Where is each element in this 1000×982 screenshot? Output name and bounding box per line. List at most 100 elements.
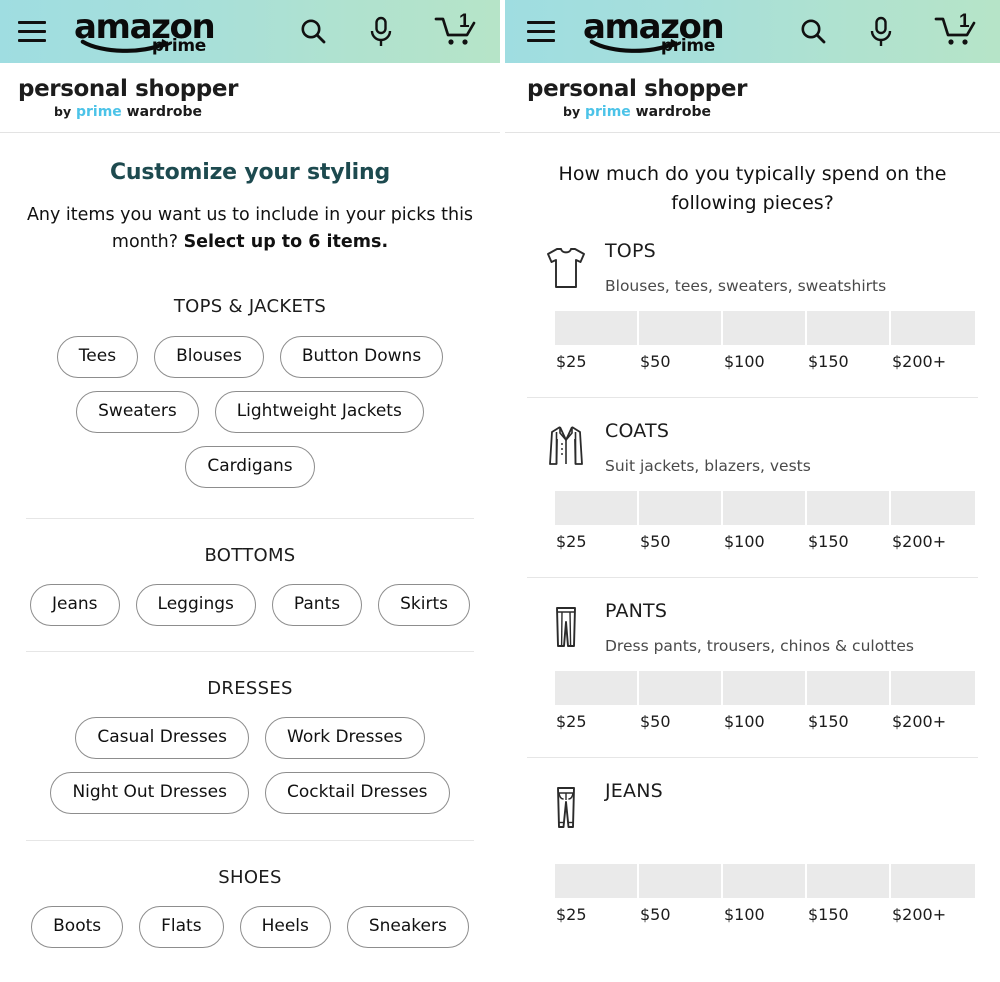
microphone-icon[interactable] (868, 16, 894, 48)
amazon-prime-logo[interactable]: amazon prime (74, 10, 216, 56)
price-segment[interactable]: $150 (807, 671, 891, 731)
price-bar[interactable] (807, 311, 891, 345)
price-bar[interactable] (639, 491, 723, 525)
price-segment[interactable]: $25 (555, 671, 639, 731)
chip-cocktail-dresses[interactable]: Cocktail Dresses (264, 772, 450, 814)
price-label: $100 (724, 712, 765, 731)
price-bar[interactable] (807, 491, 891, 525)
price-bar[interactable] (891, 864, 975, 898)
price-scale-pants[interactable]: $25 $50 $100 $150 $200+ (555, 671, 975, 731)
price-bar[interactable] (639, 311, 723, 345)
chip-leggings[interactable]: Leggings (135, 584, 256, 626)
price-segment[interactable]: $100 (723, 311, 807, 371)
nav-icon-group-left: 1 (298, 10, 484, 52)
price-segment[interactable]: $150 (807, 311, 891, 371)
search-icon[interactable] (798, 17, 828, 47)
spend-question: How much do you typically spend on the f… (558, 163, 947, 214)
price-bar[interactable] (555, 864, 639, 898)
category-heading-tops-jackets: TOPS & JACKETS (173, 296, 327, 317)
chip-button-downs[interactable]: Button Downs (279, 336, 444, 378)
price-segment[interactable]: $200+ (891, 671, 975, 731)
price-segment[interactable]: $50 (639, 311, 723, 371)
section-divider-1 (26, 518, 474, 519)
price-scale-tops[interactable]: $25 $50 $100 $150 $200+ (555, 311, 975, 371)
price-bar[interactable] (891, 671, 975, 705)
chip-jeans[interactable]: Jeans (30, 584, 120, 626)
price-segment[interactable]: $200+ (891, 491, 975, 551)
spend-item-desc: Dress pants, trousers, chinos & culottes (605, 637, 914, 655)
hamburger-menu-icon[interactable] (18, 21, 46, 42)
chip-lightweight-jackets[interactable]: Lightweight Jackets (214, 391, 424, 433)
chip-sneakers[interactable]: Sneakers (346, 906, 469, 948)
price-bar[interactable] (555, 311, 639, 345)
section-divider-3 (26, 840, 474, 841)
hamburger-menu-icon[interactable] (527, 21, 555, 42)
price-bar[interactable] (891, 491, 975, 525)
price-segment[interactable]: $100 (723, 671, 807, 731)
price-bar[interactable] (555, 671, 639, 705)
chip-cardigans[interactable]: Cardigans (185, 446, 315, 488)
price-segment[interactable]: $150 (807, 491, 891, 551)
brand-subtitle: by prime wardrobe (54, 104, 500, 120)
chip-boots[interactable]: Boots (31, 906, 124, 948)
spend-item-texts: JEANS (605, 776, 663, 816)
cart-count-badge: 1 (459, 10, 470, 32)
price-bar[interactable] (891, 311, 975, 345)
category-heading-dresses: DRESSES (207, 678, 293, 699)
price-bar[interactable] (723, 311, 807, 345)
price-segment[interactable]: $50 (639, 491, 723, 551)
spend-item-texts: TOPS Blouses, tees, sweaters, sweatshirt… (605, 236, 886, 296)
price-segment[interactable]: $100 (723, 864, 807, 924)
shopping-cart-icon[interactable]: 1 (934, 11, 980, 52)
chip-night-out-dresses[interactable]: Night Out Dresses (50, 772, 249, 814)
price-bar[interactable] (639, 671, 723, 705)
chip-skirts[interactable]: Skirts (378, 584, 470, 626)
price-segment[interactable]: $150 (807, 864, 891, 924)
dual-screenshot-container: amazon prime 1 personal shopper by prime… (0, 0, 1000, 982)
search-icon[interactable] (298, 17, 328, 47)
price-bar[interactable] (807, 671, 891, 705)
microphone-icon[interactable] (368, 16, 394, 48)
chip-sweaters[interactable]: Sweaters (76, 391, 199, 433)
price-bar[interactable] (723, 491, 807, 525)
price-segment[interactable]: $50 (639, 864, 723, 924)
chip-work-dresses[interactable]: Work Dresses (265, 717, 425, 759)
amazon-top-nav-right: amazon prime 1 (505, 0, 1000, 63)
price-bar[interactable] (807, 864, 891, 898)
price-segment[interactable]: $100 (723, 491, 807, 551)
price-label: $25 (556, 712, 587, 731)
personal-shopper-brandbar-left: personal shopper by prime wardrobe (0, 63, 500, 133)
chip-pants[interactable]: Pants (271, 584, 363, 626)
spend-item-texts: PANTS Dress pants, trousers, chinos & cu… (605, 596, 914, 656)
brand-by-word: by (54, 104, 72, 119)
spend-item-header: JEANS (527, 776, 978, 836)
price-label: $150 (808, 352, 849, 371)
prime-logo-text: prime (660, 35, 715, 56)
coat-icon (527, 416, 605, 476)
price-scale-coats[interactable]: $25 $50 $100 $150 $200+ (555, 491, 975, 551)
price-segment[interactable]: $25 (555, 311, 639, 371)
spend-item-name: JEANS (605, 780, 663, 802)
price-bar[interactable] (639, 864, 723, 898)
chip-heels[interactable]: Heels (239, 906, 331, 948)
category-section-dresses: DRESSES Casual Dresses Work Dresses Nigh… (24, 678, 476, 814)
price-segment[interactable]: $50 (639, 671, 723, 731)
price-segment[interactable]: $25 (555, 864, 639, 924)
section-divider-2 (26, 651, 474, 652)
price-segment[interactable]: $25 (555, 491, 639, 551)
price-scale-jeans[interactable]: $25 $50 $100 $150 $200+ (555, 864, 975, 924)
shopping-cart-icon[interactable]: 1 (434, 10, 480, 52)
price-label: $50 (640, 352, 671, 371)
price-bar[interactable] (723, 864, 807, 898)
price-segment[interactable]: $200+ (891, 311, 975, 371)
price-bar[interactable] (723, 671, 807, 705)
chip-flats[interactable]: Flats (139, 906, 224, 948)
price-bar[interactable] (555, 491, 639, 525)
page-title: Customize your styling (109, 160, 391, 185)
chip-blouses[interactable]: Blouses (154, 336, 264, 378)
price-segment[interactable]: $200+ (891, 864, 975, 924)
chip-casual-dresses[interactable]: Casual Dresses (75, 717, 249, 759)
right-phone-panel: amazon prime 1 personal shopper by prime… (505, 0, 1000, 982)
amazon-prime-logo[interactable]: amazon prime (583, 10, 725, 56)
chip-tees[interactable]: Tees (56, 336, 139, 378)
